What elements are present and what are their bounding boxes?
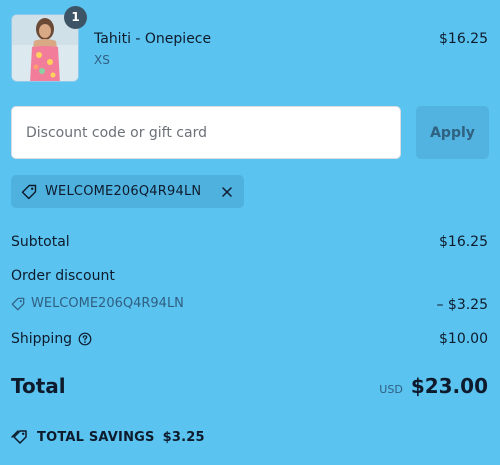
- product-price: $16.25: [439, 31, 488, 47]
- tag-icon: [11, 297, 25, 310]
- total-savings-value: $3.25: [162, 429, 205, 445]
- apply-discount-button[interactable]: Apply: [416, 106, 489, 159]
- order-summary: 1 Tahiti - Onepiece XS $16.25 Apply WELC…: [0, 0, 500, 465]
- order-discount-label: Order discount: [11, 268, 115, 284]
- total-value-group: USD $23.00: [379, 374, 488, 398]
- subtotal-value: $16.25: [439, 234, 488, 250]
- currency-code: USD: [379, 383, 403, 396]
- applied-discount-code: WELCOME206Q4R94LN: [45, 184, 202, 199]
- help-icon[interactable]: [78, 332, 92, 346]
- total-value: $23.00: [410, 374, 488, 398]
- discount-code-input[interactable]: [11, 106, 401, 159]
- shipping-value: $10.00: [439, 331, 488, 347]
- order-discount-code-row: WELCOME206Q4R94LN: [11, 296, 184, 311]
- quantity-badge: 1: [64, 6, 87, 29]
- shipping-label: Shipping: [11, 331, 73, 347]
- total-savings: TOTAL SAVINGS $3.25: [11, 429, 205, 445]
- subtotal-label: Subtotal: [11, 234, 70, 250]
- remove-discount-icon[interactable]: [220, 185, 234, 199]
- total-savings-label: TOTAL SAVINGS: [37, 429, 155, 445]
- applied-discount-chip: WELCOME206Q4R94LN: [11, 175, 244, 208]
- order-discount-value: – $3.25: [436, 297, 488, 313]
- savings-tag-icon: [11, 430, 27, 444]
- product-name: Tahiti - Onepiece: [94, 31, 212, 47]
- shipping-row-label: Shipping: [11, 331, 92, 347]
- order-discount-code: WELCOME206Q4R94LN: [31, 296, 184, 311]
- product-variant: XS: [94, 53, 110, 67]
- tag-icon: [21, 184, 37, 199]
- total-label: Total: [11, 374, 66, 398]
